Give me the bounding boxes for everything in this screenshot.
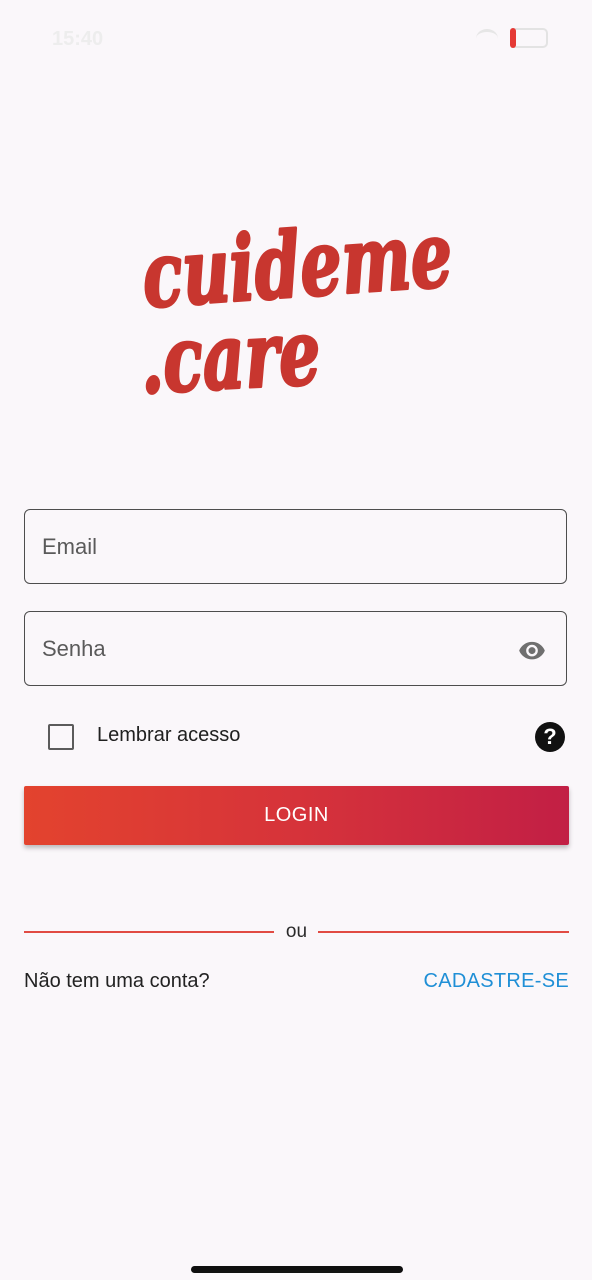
remember-checkbox[interactable] (48, 724, 74, 750)
status-icons (476, 28, 548, 48)
battery-icon (510, 28, 548, 48)
wifi-icon (476, 28, 498, 48)
login-button[interactable]: LOGIN (24, 786, 569, 845)
divider-text: ou (285, 921, 308, 942)
logo-line2: .care (138, 299, 323, 412)
email-input[interactable] (25, 510, 566, 583)
signup-row: Não tem uma conta? CADASTRE-SE (24, 968, 569, 998)
eye-icon[interactable] (518, 636, 546, 664)
question-circle-icon[interactable]: ? (535, 722, 565, 752)
remember-row: Lembrar acesso ? (24, 712, 567, 762)
signup-question: Não tem uma conta? (24, 970, 210, 992)
or-divider: ou (24, 918, 569, 946)
remember-label: Lembrar acesso (97, 724, 241, 746)
status-time: 15:40 (52, 28, 104, 50)
home-indicator[interactable] (191, 1266, 403, 1273)
password-field[interactable] (24, 611, 567, 686)
divider-line-right (318, 931, 569, 933)
signup-link[interactable]: CADASTRE-SE (423, 970, 569, 993)
app-logo: cuideme .care (136, 200, 457, 412)
status-bar: 15:40 (0, 0, 592, 80)
email-field[interactable] (24, 509, 567, 584)
divider-line-left (24, 931, 274, 933)
password-input[interactable] (25, 612, 566, 685)
